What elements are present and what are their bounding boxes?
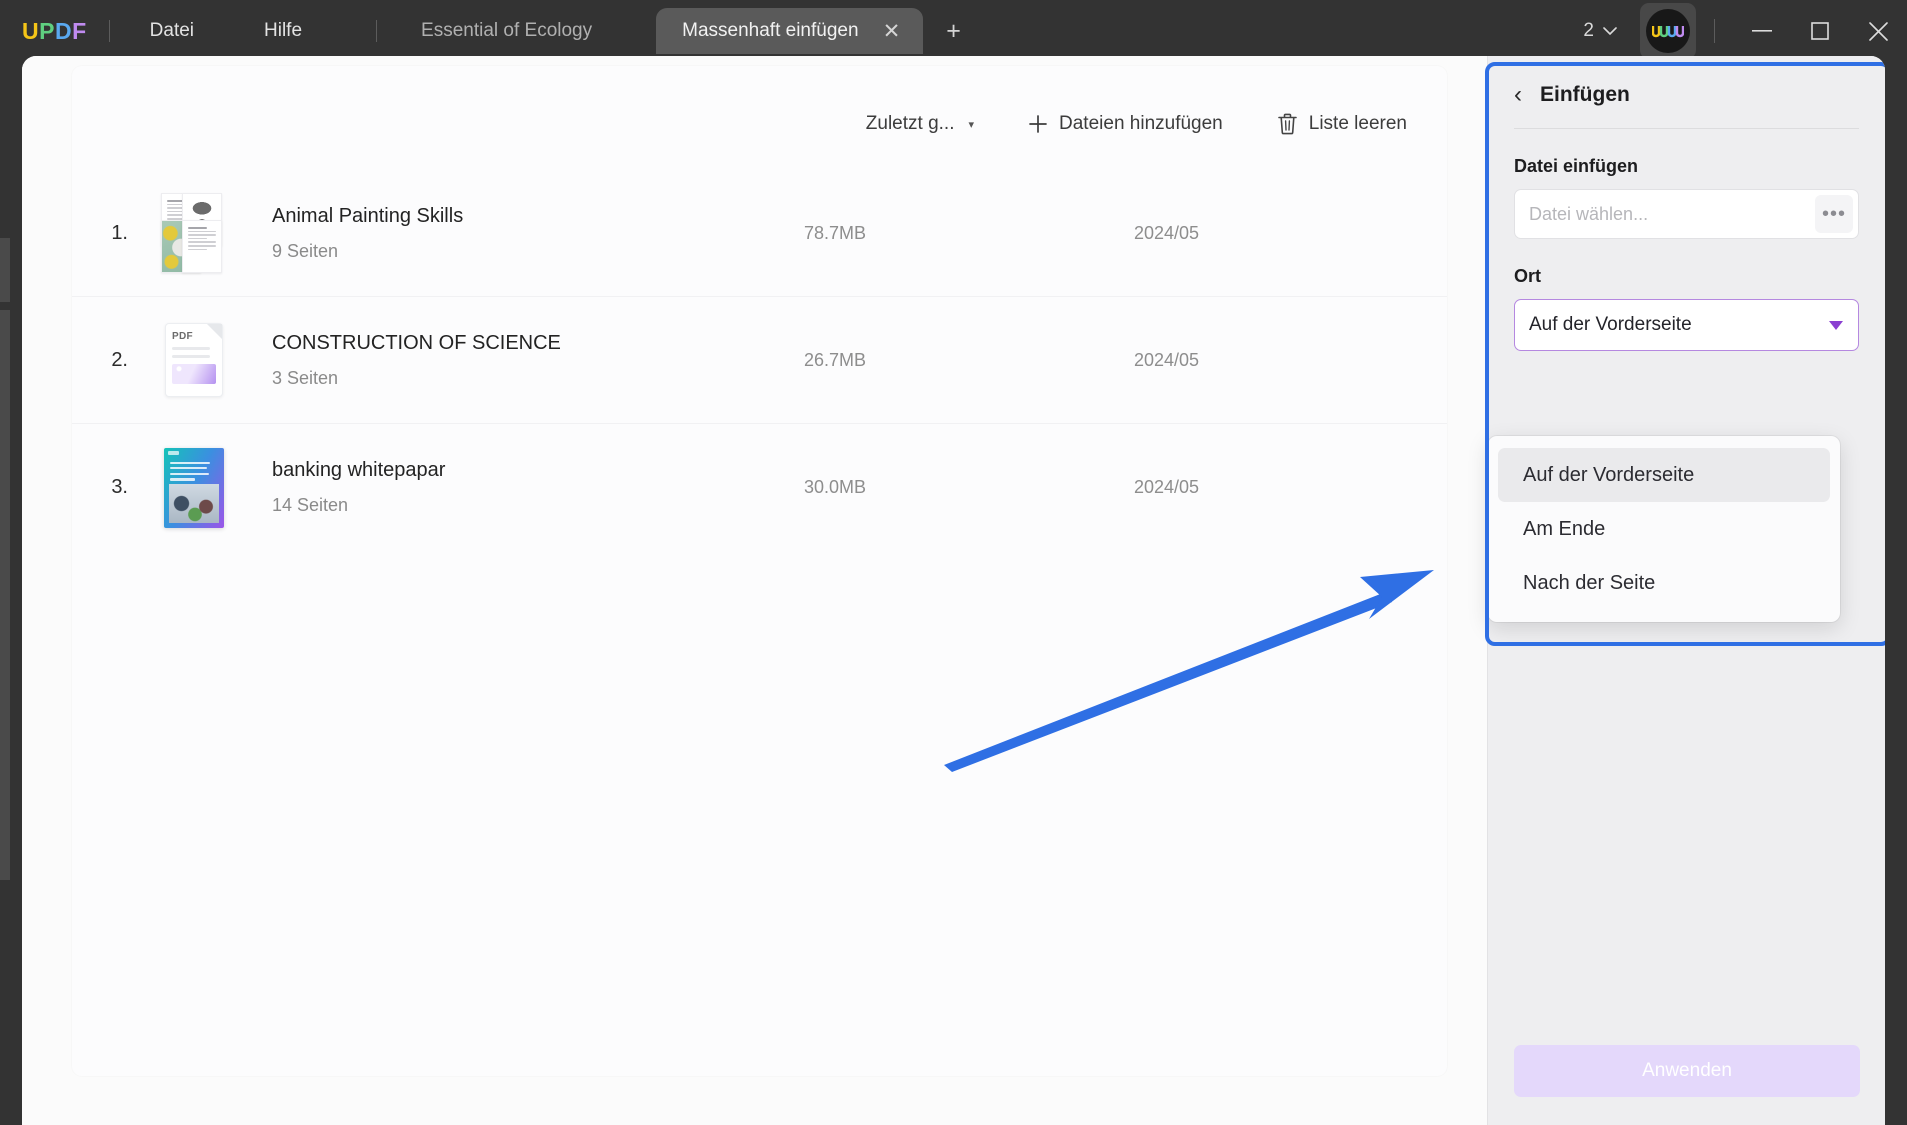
tab-massenhaft-einfuegen[interactable]: Massenhaft einfügen ✕	[656, 8, 923, 54]
plus-icon[interactable]: +	[935, 12, 973, 50]
logo-letter-p: P	[39, 17, 55, 44]
left-edge-strip-upper	[0, 238, 10, 302]
menu-hilfe[interactable]: Hilfe	[246, 13, 320, 49]
file-size: 26.7MB	[804, 349, 867, 370]
file-size: 78.7MB	[804, 222, 867, 243]
table-row[interactable]: 1. Animal Painting Skills 9 Seiten 78.7M…	[72, 170, 1447, 297]
page-title: Einfügen	[1540, 83, 1630, 106]
apply-button[interactable]: Anwenden	[1514, 1045, 1860, 1097]
file-pages: 3 Seiten	[272, 367, 339, 388]
page-grid-thumbnail	[161, 193, 227, 273]
file-date: 2024/05	[1134, 222, 1200, 243]
minimize-icon[interactable]	[1733, 0, 1791, 62]
file-name: CONSTRUCTION OF SCIENCE	[272, 331, 561, 354]
menu-divider-right	[376, 20, 378, 42]
file-thumbnail: PDF	[144, 323, 244, 397]
thumb-page-text-2	[182, 220, 222, 273]
file-name: Animal Painting Skills	[272, 204, 464, 227]
location-dropdown-menu: Auf der Vorderseite Am Ende Nach der Sei…	[1488, 436, 1840, 622]
file-select-placeholder: Datei wählen...	[1529, 203, 1649, 224]
logo-letter-d: D	[54, 17, 73, 44]
maximize-glyph	[1811, 22, 1829, 40]
avatar-button[interactable]	[1640, 3, 1696, 59]
file-list-card: Zuletzt g... ▾ Dateien hinzufügen Liste …	[72, 66, 1447, 1076]
table-row[interactable]: 3. banking whitepapar 14 Seiten 30.0MB 2…	[72, 424, 1447, 551]
file-date: 2024/05	[1134, 349, 1200, 370]
avatar	[1646, 9, 1690, 53]
page-count-dropdown[interactable]: 2	[1572, 14, 1628, 48]
wave-logo-icon	[1652, 26, 1684, 38]
add-files-label: Dateien hinzufügen	[1059, 113, 1223, 134]
file-info: CONSTRUCTION OF SCIENCE 3 Seiten	[244, 332, 804, 389]
cover-badge	[168, 450, 179, 455]
batch-insert-content: Zuletzt g... ▾ Dateien hinzufügen Liste …	[22, 56, 1487, 1125]
page-count-value: 2	[1583, 20, 1594, 41]
titlebar-separator	[1714, 19, 1715, 43]
row-index: 2.	[111, 348, 128, 371]
table-row[interactable]: 2. PDF CONSTRUCTION OF SCIENCE 3 Seiten …	[72, 297, 1447, 424]
file-info: Animal Painting Skills 9 Seiten	[244, 205, 804, 262]
row-index: 1.	[111, 221, 128, 244]
left-edge-strip-lower	[0, 310, 10, 880]
chevron-down-icon	[1603, 26, 1617, 35]
tab-essential-of-ecology[interactable]: Essential of Ecology	[399, 20, 614, 42]
dropdown-option-am-ende[interactable]: Am Ende	[1498, 502, 1830, 556]
logo-letter-f: F	[72, 17, 87, 44]
minimize-glyph	[1752, 30, 1772, 32]
insert-panel-inner: ‹ Einfügen Datei einfügen Datei wählen..…	[1488, 56, 1885, 351]
clear-list-label: Liste leeren	[1308, 113, 1407, 134]
dropdown-option-auf-der-vorderseite[interactable]: Auf der Vorderseite	[1498, 448, 1830, 502]
dropdown-option-nach-der-seite[interactable]: Nach der Seite	[1498, 556, 1830, 610]
tab-label: Massenhaft einfügen	[682, 20, 859, 41]
panel-divider	[1514, 128, 1859, 129]
file-select-input[interactable]: Datei wählen... •••	[1514, 189, 1859, 239]
location-field-label: Ort	[1514, 266, 1541, 286]
file-field-label: Datei einfügen	[1514, 156, 1639, 176]
chevron-down-icon: ▾	[968, 118, 975, 131]
location-select[interactable]: Auf der Vorderseite	[1514, 299, 1859, 351]
maximize-icon[interactable]	[1791, 0, 1849, 62]
file-thumbnail	[144, 193, 244, 273]
title-bar: U P D F Datei Hilfe Essential of Ecology…	[0, 0, 1907, 62]
chevron-down-icon	[1829, 320, 1843, 330]
file-thumbnail	[144, 447, 244, 528]
folded-corner-icon	[207, 324, 222, 339]
file-name: banking whitepapar	[272, 459, 446, 481]
close-glyph	[1868, 21, 1888, 41]
insert-panel-header: ‹ Einfügen	[1514, 56, 1859, 120]
file-pages: 14 Seiten	[272, 495, 349, 515]
app-window: U P D F Datei Hilfe Essential of Ecology…	[0, 0, 1907, 1125]
titlebar-right-controls: 2	[1572, 0, 1907, 62]
menu-divider-left	[108, 20, 110, 42]
file-pages: 9 Seiten	[272, 240, 339, 261]
file-size: 30.0MB	[804, 477, 867, 497]
file-list: 1. Animal Painting Skills 9 Seiten 78.7M…	[72, 170, 1447, 551]
sort-label: Zuletzt g...	[865, 113, 955, 134]
pdf-file-icon: PDF	[165, 323, 223, 397]
cover-image-thumbnail	[164, 447, 224, 528]
logo-letter-u: U	[22, 17, 40, 44]
add-files-button[interactable]: Dateien hinzufügen	[1014, 104, 1237, 144]
file-date: 2024/05	[1134, 477, 1200, 497]
menu-datei[interactable]: Datei	[132, 13, 212, 49]
cover-photo	[169, 483, 219, 523]
plus-icon	[1029, 115, 1047, 133]
clear-list-button[interactable]: Liste leeren	[1263, 104, 1421, 144]
back-chevron-icon[interactable]: ‹	[1514, 83, 1522, 107]
file-list-toolbar: Zuletzt g... ▾ Dateien hinzufügen Liste …	[852, 104, 1421, 144]
browse-files-icon[interactable]: •••	[1815, 195, 1853, 233]
close-icon[interactable]: ✕	[881, 20, 903, 42]
location-select-value: Auf der Vorderseite	[1529, 314, 1692, 335]
sort-dropdown[interactable]: Zuletzt g... ▾	[852, 104, 988, 144]
trash-icon	[1277, 113, 1297, 135]
file-info: banking whitepapar 14 Seiten	[244, 459, 804, 516]
close-window-icon[interactable]	[1849, 0, 1907, 62]
row-index: 3.	[111, 476, 128, 498]
updf-logo[interactable]: U P D F	[22, 18, 87, 45]
